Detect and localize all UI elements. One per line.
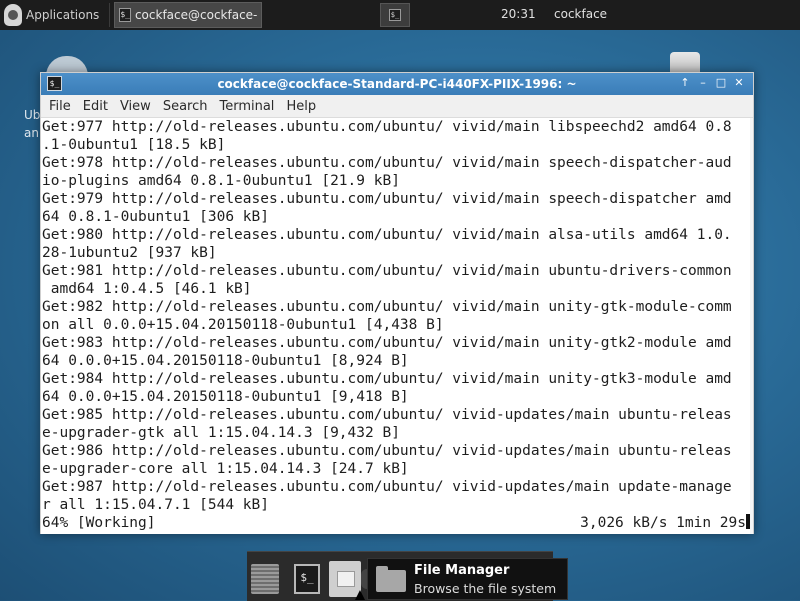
terminal-line: Get:985 http://old-releases.ubuntu.com/u… bbox=[42, 407, 732, 423]
desktop-icon-label-partial-2: an bbox=[24, 126, 39, 140]
user-menu[interactable]: cockface bbox=[554, 7, 607, 21]
applications-menu-button[interactable]: Applications bbox=[0, 0, 103, 30]
menu-terminal[interactable]: Terminal bbox=[213, 99, 280, 114]
desktop-icon-label-partial: Ub bbox=[24, 108, 41, 122]
close-button[interactable]: ✕ bbox=[731, 75, 747, 91]
terminal-line: e-upgrader-gtk all 1:15.04.14.3 [9,432 B… bbox=[42, 425, 400, 441]
terminal-icon[interactable]: $_ bbox=[47, 76, 62, 91]
terminal-line: Get:986 http://old-releases.ubuntu.com/u… bbox=[42, 443, 732, 459]
tooltip-title: File Manager bbox=[414, 563, 510, 578]
xfce-logo-icon bbox=[4, 4, 22, 26]
terminal-line: Get:982 http://old-releases.ubuntu.com/u… bbox=[42, 299, 732, 315]
menu-edit[interactable]: Edit bbox=[77, 99, 114, 114]
terminal-line: 28-1ubuntu2 [937 kB] bbox=[42, 245, 217, 261]
terminal-line: 64 0.8.1-0ubuntu1 [306 kB] bbox=[42, 209, 269, 225]
menu-search[interactable]: Search bbox=[157, 99, 214, 114]
taskbar-terminal-button[interactable]: $_ cockface@cockface-Sta... bbox=[114, 2, 263, 28]
mouse-pointer-icon bbox=[355, 590, 365, 600]
workspace-switcher[interactable]: $_ bbox=[380, 3, 410, 27]
taskbar-terminal-label: cockface@cockface-Sta... bbox=[134, 8, 258, 22]
terminal-line: Get:980 http://old-releases.ubuntu.com/u… bbox=[42, 227, 732, 243]
maximize-button[interactable]: □ bbox=[713, 75, 729, 91]
window-titlebar[interactable]: $_ cockface@cockface-Standard-PC-i440FX-… bbox=[41, 73, 753, 95]
terminal-output[interactable]: Get:977 http://old-releases.ubuntu.com/u… bbox=[41, 118, 753, 534]
terminal-line: Get:987 http://old-releases.ubuntu.com/u… bbox=[42, 479, 732, 495]
dock-terminal-button[interactable]: $_ bbox=[289, 560, 325, 598]
menu-bar: File Edit View Search Terminal Help bbox=[41, 95, 753, 118]
minimize-button[interactable]: – bbox=[695, 75, 711, 91]
terminal-icon: $_ bbox=[119, 8, 131, 22]
panel-separator bbox=[109, 3, 111, 27]
terminal-line: io-plugins amd64 0.8.1-0ubuntu1 [21.9 kB… bbox=[42, 173, 400, 189]
menu-file[interactable]: File bbox=[43, 99, 77, 114]
progress-status: 64% [Working] bbox=[42, 515, 156, 531]
terminal-icon: $_ bbox=[294, 564, 320, 594]
terminal-line: on all 0.0.0+15.04.20150118-0ubuntu1 [4,… bbox=[42, 317, 444, 333]
terminal-line: Get:984 http://old-releases.ubuntu.com/u… bbox=[42, 371, 732, 387]
terminal-line: amd64 1:0.4.5 [46.1 kB] bbox=[42, 281, 252, 297]
folder-icon bbox=[376, 566, 406, 592]
terminal-line: Get:977 http://old-releases.ubuntu.com/u… bbox=[42, 119, 732, 135]
download-rate: 3,026 kB/s 1min 29s bbox=[580, 515, 746, 531]
terminal-scrollbar[interactable] bbox=[750, 118, 753, 534]
dock-show-desktop-button[interactable] bbox=[247, 560, 283, 598]
workspace-terminal-icon: $_ bbox=[389, 9, 401, 21]
menu-help[interactable]: Help bbox=[280, 99, 322, 114]
apt-progress-line: 64% [Working] 3,026 kB/s 1min 29s bbox=[41, 514, 753, 532]
terminal-line: Get:978 http://old-releases.ubuntu.com/u… bbox=[42, 155, 732, 171]
show-desktop-icon bbox=[251, 564, 279, 594]
tooltip-subtitle: Browse the file system bbox=[414, 581, 557, 596]
terminal-line: 64 0.0.0+15.04.20150118-0ubuntu1 [8,924 … bbox=[42, 353, 409, 369]
terminal-line: Get:979 http://old-releases.ubuntu.com/u… bbox=[42, 191, 732, 207]
terminal-window: $_ cockface@cockface-Standard-PC-i440FX-… bbox=[40, 72, 754, 534]
file-manager-tooltip: File Manager Browse the file system bbox=[367, 558, 568, 600]
terminal-line: Get:983 http://old-releases.ubuntu.com/u… bbox=[42, 335, 732, 351]
terminal-line: .1-0ubuntu1 [18.5 kB] bbox=[42, 137, 226, 153]
applications-label: Applications bbox=[26, 8, 100, 22]
window-title: cockface@cockface-Standard-PC-i440FX-PII… bbox=[217, 77, 577, 91]
terminal-line: Get:981 http://old-releases.ubuntu.com/u… bbox=[42, 263, 732, 279]
clock[interactable]: 20:31 bbox=[501, 7, 536, 21]
keep-above-button[interactable]: ↑ bbox=[677, 75, 693, 91]
terminal-line: 64 0.0.0+15.04.20150118-0ubuntu1 [9,418 … bbox=[42, 389, 409, 405]
terminal-line: r all 1:15.04.7.1 [544 kB] bbox=[42, 497, 269, 513]
terminal-line: e-upgrader-core all 1:15.04.14.3 [24.7 k… bbox=[42, 461, 409, 477]
menu-view[interactable]: View bbox=[114, 99, 157, 114]
